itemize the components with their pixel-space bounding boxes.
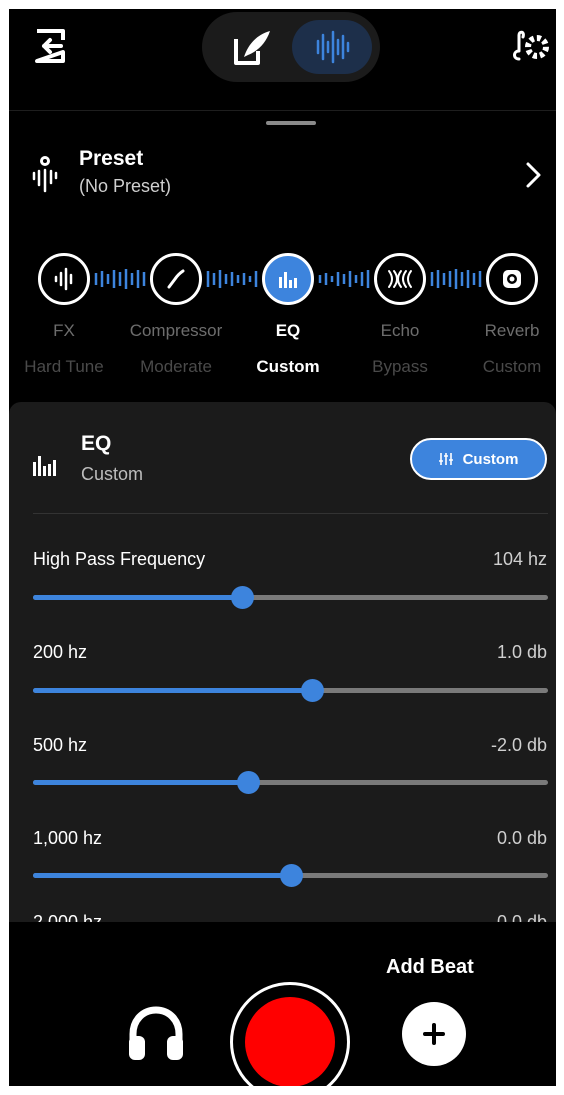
settings-button[interactable]	[511, 29, 551, 65]
chain-value-reverb: Custom	[482, 357, 542, 376]
slider-value: 1.0 db	[496, 642, 547, 662]
slider-track[interactable]	[33, 586, 548, 609]
slider-fill	[33, 780, 249, 785]
preset-title: Preset	[79, 147, 144, 170]
slider-label: 200 hz	[33, 642, 88, 662]
slider-track[interactable]	[33, 864, 548, 887]
add-beat-label: Add Beat	[386, 956, 474, 978]
effects-chain: FX Compressor EQ Echo Reverb Hard Tune M…	[9, 247, 556, 387]
record-dot	[245, 997, 335, 1086]
chain-node-reverb[interactable]	[486, 253, 538, 305]
eq-bars-icon	[33, 456, 56, 476]
slider-thumb[interactable]	[279, 864, 303, 887]
music-settings-icon	[513, 30, 549, 61]
custom-preset-button[interactable]: Custom	[410, 438, 547, 480]
chain-value-echo: Bypass	[372, 357, 428, 376]
slider-value: 0.0 db	[496, 912, 547, 922]
slider-thumb[interactable]	[301, 679, 325, 702]
slider-track[interactable]	[33, 679, 548, 702]
chevron-right-icon	[526, 162, 541, 188]
chain-node-compressor[interactable]	[150, 253, 202, 305]
chain-value-fx: Hard Tune	[24, 357, 104, 376]
eq-panel: EQ Custom Custom High Pass Frequency 104…	[9, 402, 556, 922]
slider-thumb[interactable]	[237, 771, 261, 794]
preset-icon	[32, 156, 58, 193]
slider-label: 2,000 hz	[33, 912, 103, 922]
slider-fill	[33, 595, 242, 600]
slider-value: 0.0 db	[496, 828, 547, 848]
chain-label-eq: EQ	[275, 321, 301, 340]
plus-icon	[423, 1023, 445, 1045]
panel-subtitle: Custom	[81, 464, 144, 484]
monitor-button[interactable]	[125, 1002, 187, 1064]
chain-label-echo: Echo	[380, 321, 420, 340]
slider-label: 500 hz	[33, 735, 88, 755]
slider-value: 104 hz	[492, 549, 547, 569]
chain-value-compressor: Moderate	[140, 357, 212, 376]
slider-thumb[interactable]	[230, 586, 254, 609]
app-screen: Preset (No Preset) FX Compressor EQ Echo…	[9, 9, 556, 1086]
compressor-curve-icon	[167, 269, 185, 289]
chain-link-wave	[430, 269, 482, 289]
chain-label-compressor: Compressor	[129, 321, 223, 340]
preset-subtitle: (No Preset)	[79, 176, 172, 196]
chain-link-wave	[206, 270, 258, 288]
drag-handle[interactable]	[266, 121, 316, 125]
chain-link-wave	[318, 270, 370, 288]
chain-node-eq[interactable]	[262, 253, 314, 305]
chain-label-reverb: Reverb	[484, 321, 540, 340]
top-bar	[9, 9, 556, 111]
slider-label: 1,000 hz	[33, 828, 103, 848]
fx-wave-icon	[54, 267, 73, 291]
slider-track[interactable]	[33, 771, 548, 794]
echo-waves-icon	[388, 270, 412, 288]
slider-fill	[33, 873, 291, 878]
panel-divider	[33, 513, 548, 514]
chain-node-fx[interactable]	[38, 253, 90, 305]
custom-button-label: Custom	[462, 450, 519, 468]
mode-toggle	[202, 12, 380, 82]
panel-title: EQ	[81, 432, 112, 455]
chain-link-wave	[94, 269, 146, 289]
chain-value-eq: Custom	[256, 357, 320, 376]
eq-bars-icon	[279, 272, 297, 288]
waveform-icon	[316, 30, 350, 64]
exit-icon	[35, 29, 65, 63]
record-button[interactable]	[230, 982, 350, 1086]
headphones-icon	[129, 1006, 183, 1060]
top-divider	[9, 110, 556, 111]
lyrics-mode-button[interactable]	[230, 27, 274, 67]
preset-row[interactable]: Preset (No Preset)	[9, 139, 556, 209]
chain-node-echo[interactable]	[374, 253, 426, 305]
pen-edit-icon	[234, 31, 270, 65]
reverb-icon	[503, 270, 521, 288]
slider-fill	[33, 688, 313, 693]
slider-label: High Pass Frequency	[33, 549, 206, 569]
slider-value: -2.0 db	[490, 735, 547, 755]
chain-label-fx: FX	[53, 321, 75, 340]
add-beat-button[interactable]	[402, 1002, 466, 1066]
sliders-icon	[438, 453, 453, 465]
bottom-controls: Add Beat	[9, 922, 556, 1086]
audio-mode-button[interactable]	[292, 20, 372, 74]
exit-button[interactable]	[31, 28, 69, 64]
